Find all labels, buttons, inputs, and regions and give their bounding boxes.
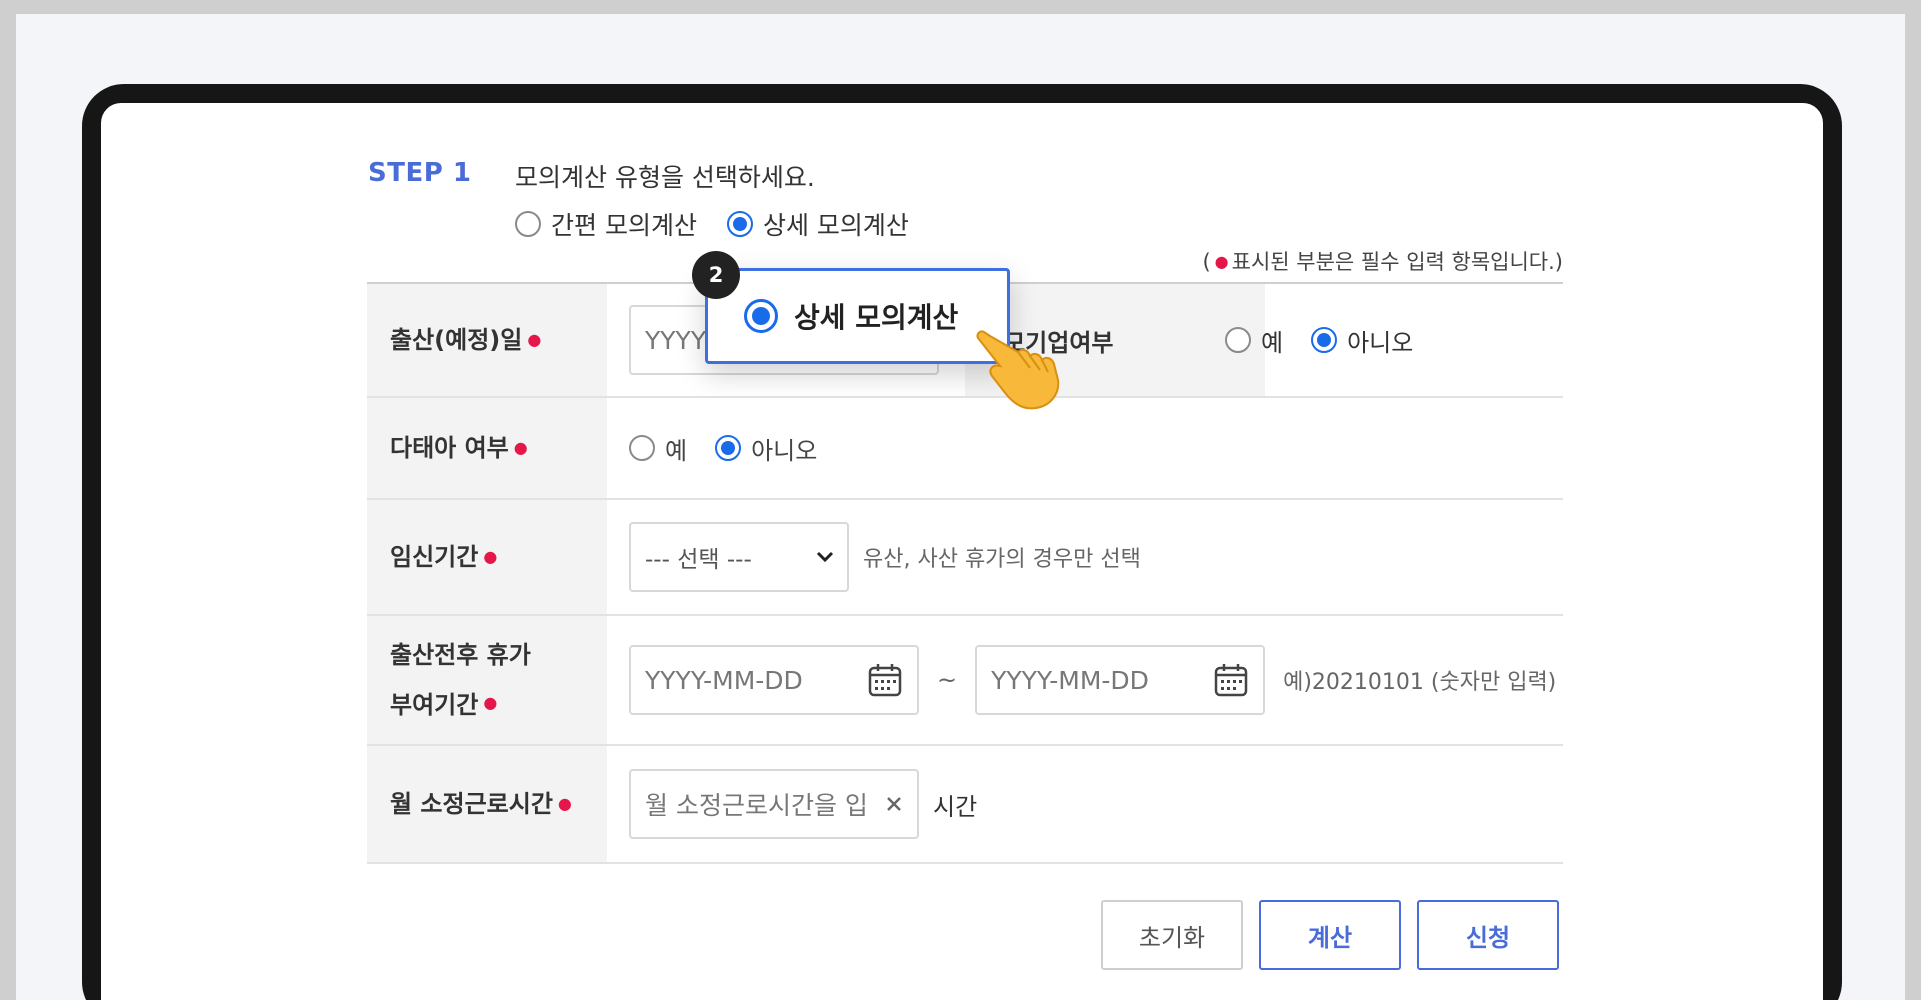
radio-detailed-calc[interactable] bbox=[726, 211, 753, 237]
option-detailed-calc[interactable]: 상세 모의계산 bbox=[726, 206, 909, 242]
birth-date-input-value: YYYY bbox=[645, 325, 707, 355]
row-pregnancy-period: 임신기간 ● --- 선택 --- 유산, 사산 휴가의 경우만 선택 bbox=[367, 500, 1563, 616]
pregnancy-period-select[interactable]: --- 선택 --- bbox=[629, 522, 849, 592]
pointing-hand-icon bbox=[976, 330, 1060, 410]
calendar-icon[interactable] bbox=[1213, 662, 1249, 698]
leave-end-date-input[interactable]: YYYY-MM-DD bbox=[975, 645, 1266, 715]
multiple-birth-label: 다태아 여부 ● bbox=[367, 398, 607, 498]
clear-icon[interactable] bbox=[885, 795, 903, 813]
calculate-button[interactable]: 계산 bbox=[1259, 900, 1401, 970]
apply-button[interactable]: 신청 bbox=[1417, 900, 1559, 970]
radio-multiple-birth-no[interactable] bbox=[715, 435, 742, 461]
row-monthly-hours: 월 소정근로시간● 월 소정근로시간을 입력 시간 bbox=[367, 746, 1563, 864]
leave-start-date-placeholder: YYYY-MM-DD bbox=[645, 665, 803, 695]
radio-simple-calc[interactable] bbox=[515, 211, 541, 237]
monthly-hours-cell: 월 소정근로시간을 입력 시간 bbox=[607, 746, 1563, 862]
radio-company-size-no[interactable] bbox=[1311, 327, 1338, 353]
required-dot-icon: ● bbox=[513, 438, 528, 457]
required-dot-icon: ● bbox=[483, 547, 498, 566]
step-number-badge: 2 bbox=[692, 251, 740, 299]
required-dot-icon: ● bbox=[557, 794, 572, 813]
pregnancy-period-label-text: 임신기간 bbox=[390, 543, 479, 571]
leave-period-label-line2-wrap: 부여기간 ● bbox=[390, 679, 497, 729]
step-description: 모의계산 유형을 선택하세요. bbox=[515, 163, 815, 192]
multiple-birth-yes[interactable]: 예 bbox=[629, 431, 687, 466]
leave-period-hint: 예)20210101 (숫자만 입력) bbox=[1283, 670, 1557, 695]
required-note-prefix: ( bbox=[1202, 250, 1211, 274]
company-size-yes[interactable]: 예 bbox=[1225, 323, 1283, 358]
option-simple-calc[interactable]: 간편 모의계산 bbox=[515, 206, 697, 242]
pregnancy-period-label: 임신기간 ● bbox=[367, 500, 607, 614]
leave-period-label: 출산전후 휴가 부여기간 ● bbox=[367, 616, 607, 744]
monthly-hours-unit: 시간 bbox=[933, 792, 978, 821]
required-dot-icon: ● bbox=[1214, 252, 1229, 271]
birth-date-label-text: 출산(예정)일 bbox=[390, 326, 523, 354]
detailed-calc-callout[interactable]: 상세 모의계산 bbox=[705, 268, 1010, 364]
callout-label: 상세 모의계산 bbox=[794, 301, 959, 334]
step-label: STEP 1 bbox=[368, 158, 472, 188]
leave-period-label-line1: 출산전후 휴가 bbox=[390, 641, 531, 669]
chevron-down-icon bbox=[816, 551, 834, 563]
leave-period-cell: YYYY-MM-DD ~ YYYY-MM-DD 예)20210101 (숫자만 … bbox=[607, 616, 1563, 744]
required-note-text: 표시된 부분은 필수 입력 항목입니다.) bbox=[1231, 250, 1563, 274]
required-dot-icon: ● bbox=[527, 330, 542, 349]
row-leave-period: 출산전후 휴가 부여기간 ● YYYY-MM-DD ~ YYYY-MM-DD 예)… bbox=[367, 616, 1563, 746]
reset-button[interactable]: 초기화 bbox=[1101, 900, 1243, 970]
pregnancy-period-select-value: --- 선택 --- bbox=[645, 547, 752, 573]
company-size-no[interactable]: 아니오 bbox=[1311, 323, 1413, 358]
monthly-hours-placeholder: 월 소정근로시간을 입력 bbox=[645, 791, 865, 820]
multiple-birth-no-label: 아니오 bbox=[751, 436, 818, 465]
multiple-birth-no[interactable]: 아니오 bbox=[715, 431, 817, 466]
callout-radio[interactable] bbox=[744, 299, 778, 333]
multiple-birth-options: 예 아니오 bbox=[607, 398, 1563, 498]
calc-type-options: 간편 모의계산 상세 모의계산 bbox=[515, 206, 909, 242]
company-size-no-label: 아니오 bbox=[1347, 328, 1414, 357]
radio-company-size-yes[interactable] bbox=[1225, 327, 1251, 353]
pregnancy-period-hint: 유산, 사산 휴가의 경우만 선택 bbox=[863, 547, 1141, 572]
leave-end-date-placeholder: YYYY-MM-DD bbox=[991, 665, 1149, 695]
monthly-hours-label: 월 소정근로시간 ● bbox=[367, 746, 607, 862]
monthly-hours-label-text: 월 소정근로시간 bbox=[390, 790, 553, 818]
required-note: (● 표시된 부분은 필수 입력 항목입니다.) bbox=[1202, 246, 1563, 276]
leave-period-label-line2: 부여기간 bbox=[390, 691, 479, 719]
option-simple-calc-label: 간편 모의계산 bbox=[551, 211, 697, 240]
calc-form-table: 출산(예정)일 ● YYYY 규모기업여부 예 아니오 다태아 여부 ● 예 아… bbox=[367, 282, 1563, 864]
birth-date-label: 출산(예정)일 ● bbox=[367, 284, 607, 396]
leave-start-date-input[interactable]: YYYY-MM-DD bbox=[629, 645, 919, 715]
company-size-yes-label: 예 bbox=[1261, 328, 1284, 357]
monthly-hours-input[interactable]: 월 소정근로시간을 입력 bbox=[629, 769, 919, 839]
required-dot-icon: ● bbox=[483, 693, 498, 712]
pregnancy-period-cell: --- 선택 --- 유산, 사산 휴가의 경우만 선택 bbox=[607, 500, 1563, 614]
calendar-icon[interactable] bbox=[867, 662, 903, 698]
multiple-birth-label-text: 다태아 여부 bbox=[390, 434, 509, 462]
radio-multiple-birth-yes[interactable] bbox=[629, 435, 655, 461]
company-size-options: 예 아니오 bbox=[1225, 284, 1413, 396]
form-actions: 초기화 계산 신청 bbox=[1101, 900, 1559, 970]
date-range-separator: ~ bbox=[937, 666, 958, 694]
row-multiple-birth: 다태아 여부 ● 예 아니오 bbox=[367, 398, 1563, 500]
option-detailed-calc-label: 상세 모의계산 bbox=[762, 211, 909, 240]
multiple-birth-yes-label: 예 bbox=[665, 436, 688, 465]
